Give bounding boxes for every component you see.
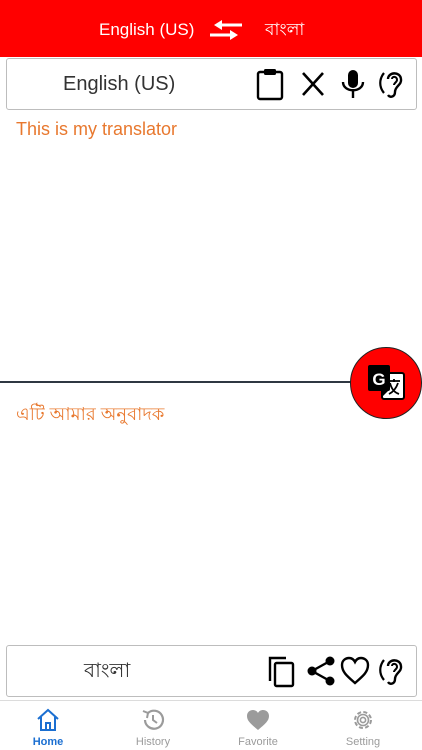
- section-divider: [0, 381, 360, 383]
- translated-text: এটি আমার অনুবাদক: [16, 404, 165, 424]
- input-language-bar: English (US): [6, 58, 417, 110]
- top-bar: English (US) বাংলা: [0, 0, 422, 57]
- favorite-icon[interactable]: [339, 654, 371, 688]
- tab-favorite-label: Favorite: [238, 736, 278, 748]
- tab-home[interactable]: Home: [8, 701, 88, 750]
- listen-icon[interactable]: [377, 67, 409, 101]
- microphone-icon[interactable]: [337, 67, 369, 101]
- tab-favorite[interactable]: Favorite: [218, 701, 298, 750]
- tab-history[interactable]: History: [113, 701, 193, 750]
- tab-history-label: History: [135, 736, 171, 748]
- google-translate-icon: G: [368, 365, 405, 400]
- tab-home-label: Home: [32, 736, 64, 748]
- svg-text:G: G: [372, 370, 385, 389]
- history-icon: [140, 707, 166, 733]
- copy-icon[interactable]: [265, 654, 297, 688]
- heart-icon: [245, 707, 271, 733]
- clear-icon[interactable]: [297, 67, 329, 101]
- translate-button[interactable]: G: [350, 347, 422, 419]
- listen-icon[interactable]: [377, 654, 409, 688]
- output-language-label[interactable]: বাংলা: [84, 659, 130, 683]
- input-language-label[interactable]: English (US): [63, 72, 175, 96]
- swap-arrows-icon[interactable]: [208, 16, 244, 44]
- bottom-tab-bar: Home History Favorite Setting: [0, 700, 422, 750]
- tab-setting[interactable]: Setting: [323, 701, 403, 750]
- clipboard-icon[interactable]: [254, 67, 286, 101]
- target-language-selector[interactable]: বাংলা: [265, 18, 304, 42]
- gear-icon: [350, 707, 376, 733]
- tab-setting-label: Setting: [345, 736, 381, 748]
- share-icon[interactable]: [305, 654, 337, 688]
- source-text-field[interactable]: This is my translator: [16, 117, 177, 141]
- home-icon: [35, 707, 61, 733]
- source-language-selector[interactable]: English (US): [99, 18, 194, 42]
- output-language-bar: বাংলা: [6, 645, 417, 697]
